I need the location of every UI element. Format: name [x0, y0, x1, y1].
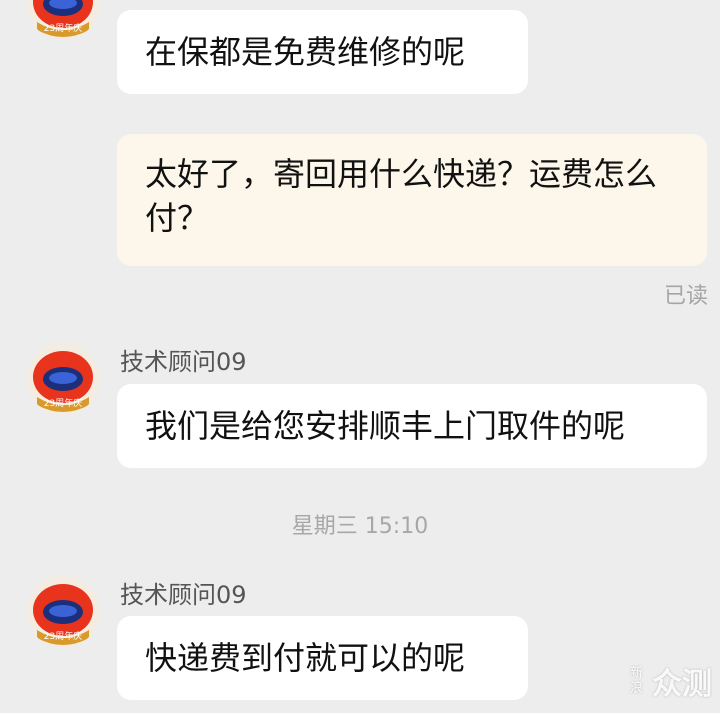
avatar[interactable]: 23周年庆 [27, 343, 99, 415]
message-text: 我们是给您安排顺丰上门取件的呢 [145, 407, 626, 445]
avatar[interactable]: 23周年庆 [27, 576, 99, 648]
sender-name: 技术顾问09 [120, 348, 247, 376]
robot-mascot-icon: 23周年庆 [27, 343, 99, 415]
avatar-badge: 23周年庆 [44, 22, 82, 34]
watermark-small-text: 新浪 [630, 666, 644, 696]
avatar[interactable]: 23周年庆 [27, 0, 99, 40]
message-text: 在保都是免费维修的呢 [145, 33, 466, 71]
read-status: 已读 [663, 284, 708, 309]
robot-mascot-icon: 23周年庆 [27, 576, 99, 648]
watermark-logo: 新浪 众测 [630, 659, 712, 703]
message-bubble-outgoing[interactable]: 太好了，寄回用什么快递？运费怎么付？ [117, 134, 707, 266]
watermark-big-text: 众测 [652, 667, 712, 702]
timestamp-divider: 星期三 15:10 [291, 514, 429, 539]
avatar-badge: 23周年庆 [44, 630, 82, 642]
message-text: 太好了，寄回用什么快递？运费怎么付？ [145, 155, 658, 237]
message-bubble-incoming[interactable]: 在保都是免费维修的呢 [117, 10, 528, 94]
sender-name: 技术顾问09 [120, 581, 247, 609]
message-bubble-incoming[interactable]: 我们是给您安排顺丰上门取件的呢 [117, 384, 707, 468]
avatar-badge: 23周年庆 [44, 397, 82, 409]
robot-mascot-icon: 23周年庆 [27, 0, 99, 40]
message-bubble-incoming[interactable]: 快递费到付就可以的呢 [117, 616, 528, 700]
message-text: 快递费到付就可以的呢 [145, 639, 466, 677]
